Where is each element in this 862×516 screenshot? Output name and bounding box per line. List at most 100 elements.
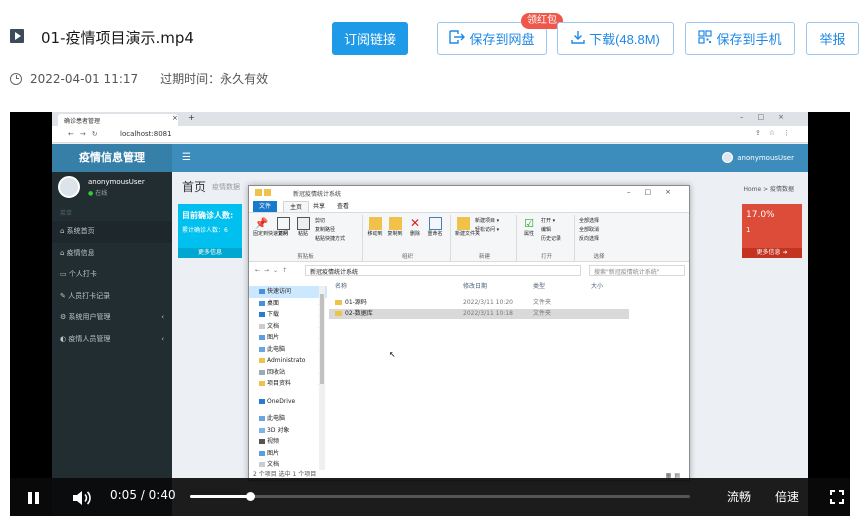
invert-selection-button: 反向选择 bbox=[579, 236, 600, 242]
volume-icon[interactable] bbox=[72, 490, 92, 506]
browser-tab-title: 确诊患者管理 bbox=[64, 118, 101, 125]
file-explorer-window: 新冠疫情统计系统 –□× 文件 主页 共享 查看 📌 固定到快速访问 复制 粘贴 … bbox=[248, 185, 690, 481]
folder-icon bbox=[368, 217, 382, 230]
nav-item: 3D 对象 bbox=[249, 425, 327, 437]
browser-url: localhost:8081 bbox=[120, 130, 172, 138]
nav-item: 文档⊿ bbox=[249, 321, 327, 333]
explorer-title: 新冠疫情统计系统 bbox=[293, 191, 342, 198]
progress-bar[interactable] bbox=[190, 492, 690, 501]
save-to-cloud-label: 保存到网盘 bbox=[469, 32, 535, 47]
nav-item: 桌面⊿ bbox=[249, 298, 327, 310]
desktop-icon bbox=[259, 300, 265, 306]
computer-icon bbox=[259, 416, 265, 421]
new-folder-button: 新建文件夹 bbox=[455, 217, 480, 237]
report-button[interactable]: 举报 bbox=[806, 22, 859, 55]
upload-date: 2022-04-01 11:17 bbox=[30, 71, 139, 86]
explorer-addressbar: ←→⌄↑ 新冠疫情统计系统 搜索"新冠疫情统计系统" bbox=[249, 264, 689, 278]
tab-home: 主页 bbox=[283, 201, 310, 212]
speed-button[interactable]: 倍速 bbox=[775, 488, 799, 505]
file-row-date: 2022/3/11 10:18 bbox=[463, 310, 513, 317]
pin-button: 📌 固定到快速访问 bbox=[253, 217, 289, 237]
confirmed-title: 目前确诊人数: bbox=[182, 211, 234, 220]
delete-label: 删除 bbox=[409, 231, 420, 237]
move-to-button: 移动到 bbox=[367, 217, 383, 237]
nav-item: OneDrive bbox=[249, 396, 327, 408]
folder-icon bbox=[335, 300, 342, 305]
group-label: 选择 bbox=[593, 254, 605, 260]
select-none-button: 全部取消 bbox=[579, 227, 600, 233]
sidebar-username: anonymousUser bbox=[88, 177, 145, 186]
sidebar-item-home: ⌂ 系统首页 bbox=[52, 221, 172, 243]
fullscreen-icon[interactable] bbox=[830, 490, 844, 504]
folder-icon bbox=[335, 311, 342, 316]
sidebar-user: anonymousUser 在线 bbox=[58, 176, 145, 198]
document-icon bbox=[259, 323, 265, 329]
nav-label: 视频 bbox=[267, 438, 280, 445]
sidebar-item-label: 系统首页 bbox=[66, 227, 95, 235]
nav-label: 此电脑 bbox=[267, 415, 286, 422]
copy-to-label: 复制到 bbox=[387, 231, 403, 237]
nav-item: 项目资料⊿ bbox=[249, 378, 327, 390]
group-label: 组织 bbox=[401, 254, 413, 260]
nav-label: Administrato bbox=[267, 357, 306, 364]
column-header: 大小 bbox=[591, 283, 604, 290]
download-button[interactable]: 下载(48.8M) bbox=[557, 22, 674, 55]
app-logo: 疫情信息管理 bbox=[52, 144, 172, 172]
confirmed-total: 累计确诊人数：6 bbox=[182, 227, 228, 234]
explorer-search: 搜索"新冠疫情统计系统" bbox=[589, 265, 685, 276]
nav-label: 回收站 bbox=[267, 368, 286, 376]
explorer-path-text: 新冠疫情统计系统 bbox=[310, 269, 359, 276]
sidebar-section: 菜单 bbox=[60, 210, 73, 217]
topnav-user: anonymousUser bbox=[722, 152, 794, 163]
rename-label: 重命名 bbox=[427, 231, 443, 237]
quality-button[interactable]: 流畅 bbox=[727, 488, 751, 505]
expire-time: 过期时间：永久有效 bbox=[160, 72, 269, 86]
file-row-type: 文件夹 bbox=[533, 310, 552, 317]
save-to-phone-button[interactable]: 保存到手机 bbox=[685, 22, 795, 55]
explorer-search-placeholder: 搜索"新冠疫情统计系统" bbox=[594, 269, 660, 276]
column-header: 名称 bbox=[335, 283, 348, 290]
nav-item: 视频 bbox=[249, 436, 327, 448]
new-item-button: 新建项目 ▾ bbox=[475, 218, 500, 224]
nav-label: 图片 bbox=[267, 334, 280, 341]
save-to-phone-label: 保存到手机 bbox=[716, 32, 782, 47]
progress-knob[interactable] bbox=[245, 492, 255, 501]
browser-tab: 确诊患者管理 bbox=[58, 114, 178, 126]
time-display: 0:05 / 0:40 bbox=[110, 488, 176, 502]
current-time: 0:05 bbox=[110, 488, 137, 502]
explorer-tabs: 文件 主页 共享 查看 bbox=[249, 200, 689, 212]
pause-icon[interactable] bbox=[28, 492, 40, 504]
file-name: 01-疫情项目演示.mp4 bbox=[41, 29, 194, 47]
copy-icon bbox=[276, 217, 290, 230]
pin-label: 固定到快速访问 bbox=[253, 231, 289, 237]
sidebar-item-label: 疫情人员管理 bbox=[68, 334, 111, 343]
folder-icon bbox=[259, 381, 265, 386]
cut-button: 剪切 bbox=[315, 218, 326, 224]
nav-label: 文档 bbox=[267, 461, 280, 468]
file-row-date: 2022/3/11 10:20 bbox=[463, 299, 513, 306]
ribbon-group-clipboard: 📌 固定到快速访问 复制 粘贴 剪切 复制路径 粘贴快捷方式 剪贴板 bbox=[249, 215, 363, 261]
app-sidebar: anonymousUser 在线 菜单 ⌂ 系统首页 ⌂ 疫情信息 ▭ 个人打卡… bbox=[52, 172, 172, 516]
browser-tabbar: 确诊患者管理 × + –□× bbox=[52, 112, 808, 126]
new-tab-icon: + bbox=[188, 113, 195, 122]
rename-icon bbox=[428, 217, 442, 230]
sidebar-item-checkin-records: ✎ 人员打卡记录 bbox=[60, 291, 111, 300]
nav-item: 此电脑 bbox=[249, 413, 327, 425]
tab-close-icon: × bbox=[172, 114, 178, 122]
tab-share: 共享 bbox=[313, 203, 326, 210]
rate-more: 更多信息 ➜ bbox=[742, 248, 802, 258]
file-header: 01-疫情项目演示.mp4 订阅链接 保存到网盘 领红包 下载(48.8M) 保… bbox=[0, 0, 862, 100]
cloud-icon bbox=[259, 398, 265, 404]
tab-file: 文件 bbox=[253, 201, 278, 212]
time-separator: / bbox=[140, 488, 145, 502]
explorer-nav-icon: ←→⌄↑ bbox=[255, 267, 292, 274]
nav-item: 回收站⊿ bbox=[249, 367, 327, 379]
subscribe-link-button[interactable]: 订阅链接 bbox=[332, 22, 408, 55]
rename-button: 重命名 bbox=[427, 217, 443, 237]
quick-access-toolbar-icon bbox=[255, 189, 289, 197]
group-label: 打开 bbox=[540, 254, 552, 260]
video-player[interactable]: 确诊患者管理 × + –□× ←→↻ localhost:8081 ⇪☆⋮ 疫情… bbox=[10, 112, 850, 516]
progress-fill bbox=[190, 495, 250, 498]
3d-objects-icon bbox=[259, 427, 265, 433]
nav-item: 此电脑⊿ bbox=[249, 344, 327, 356]
